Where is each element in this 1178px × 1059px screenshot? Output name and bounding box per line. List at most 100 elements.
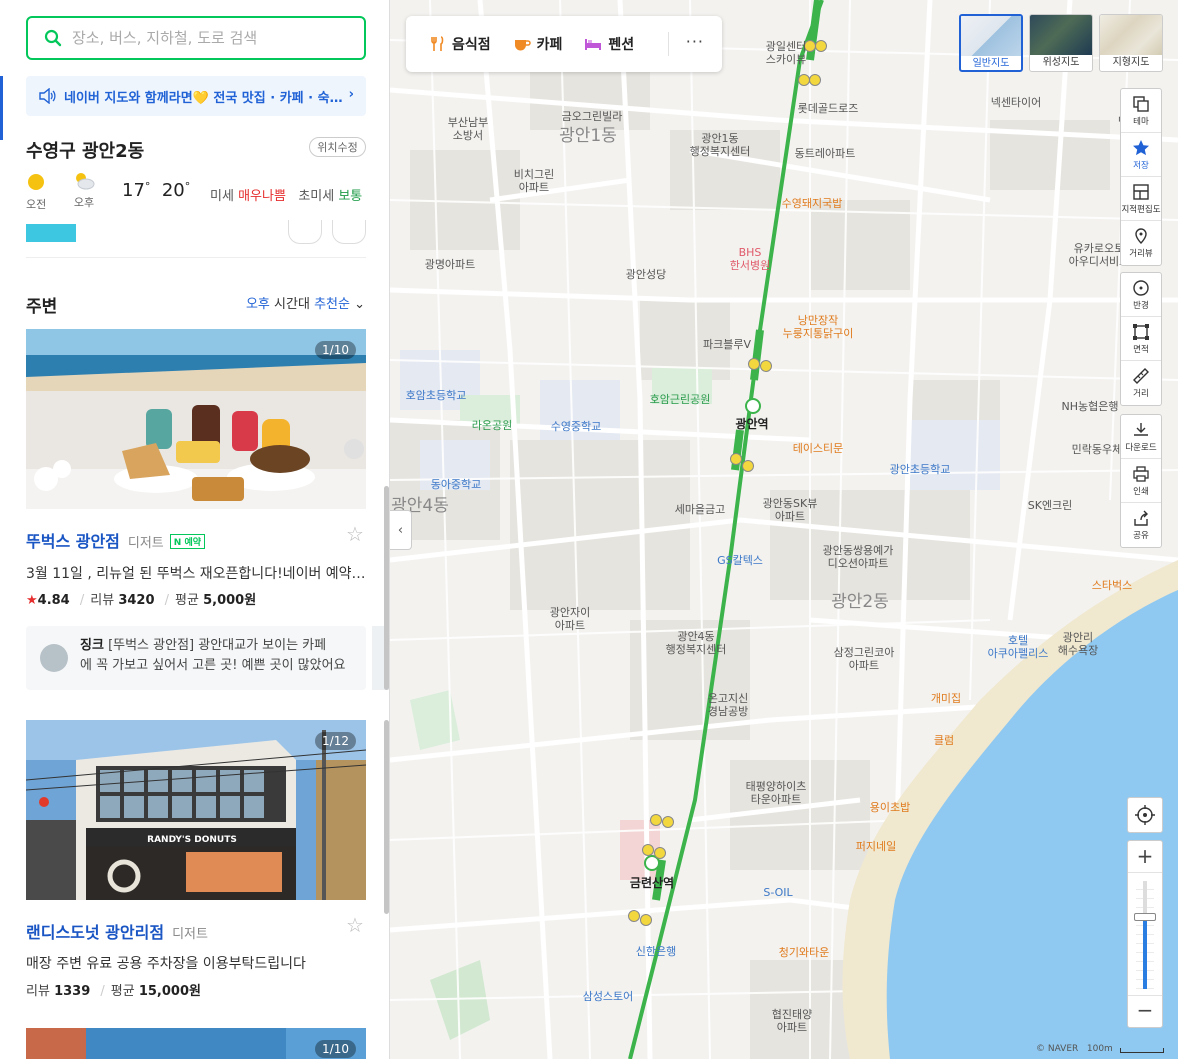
- promo-banner[interactable]: 네이버 지도와 함께라면💛 전국 맛집 · 카페 · 숙소 추천 ›: [26, 76, 366, 116]
- left-panel: 네이버 지도와 함께라면💛 전국 맛집 · 카페 · 숙소 추천 › 수영구 광…: [0, 0, 390, 1059]
- speaker-icon: [39, 88, 56, 104]
- poi-label[interactable]: 테이스티문: [793, 442, 844, 455]
- poi-label[interactable]: 삼정그린코아 아파트: [834, 646, 895, 672]
- map-thumb: [1100, 15, 1162, 55]
- relocate-button[interactable]: 위치수정: [309, 137, 366, 157]
- poi-label[interactable]: NH농협은행: [1062, 400, 1119, 413]
- poi-label[interactable]: 비치그린 아파트: [514, 168, 554, 194]
- place-name[interactable]: 랜디스도넛 광안리점 디저트: [26, 919, 208, 943]
- station-label[interactable]: 광안역: [735, 418, 768, 431]
- review-snippet[interactable]: 징크 [뚜벅스 광안점] 광안대교가 보이는 카페 에 꼭 가보고 싶어서 고른…: [26, 626, 366, 690]
- poi-label[interactable]: 파크블루V: [703, 338, 751, 351]
- station-label[interactable]: 금련산역: [630, 877, 674, 890]
- tool-theme[interactable]: 테마: [1121, 89, 1161, 133]
- rating-star-icon: ★: [26, 593, 38, 608]
- collapse-panel-button[interactable]: ‹: [390, 510, 412, 550]
- category-restaurant[interactable]: 음식점: [430, 34, 491, 54]
- map-type-normal[interactable]: 일반지도: [959, 14, 1023, 72]
- place-photo[interactable]: 1/10: [26, 1028, 366, 1059]
- category-pension[interactable]: 펜션: [584, 34, 634, 54]
- subway-badge: [642, 844, 654, 856]
- poi-label[interactable]: 광명아파트: [425, 258, 476, 271]
- zoom-out-button[interactable]: −: [1128, 995, 1162, 1027]
- poi-label[interactable]: 광안자이 아파트: [550, 606, 590, 632]
- subway-badge: [742, 460, 754, 472]
- zoom-slider-handle[interactable]: [1134, 913, 1156, 921]
- tool-cadastral[interactable]: 지적편집도: [1121, 177, 1161, 221]
- current-location-button[interactable]: [1127, 797, 1163, 833]
- poi-label[interactable]: 온고지신 경남공방: [708, 692, 748, 718]
- zoom-level-fill: [1143, 917, 1147, 989]
- tool-radius[interactable]: 반경: [1121, 273, 1161, 317]
- tool-streetview[interactable]: 거리뷰: [1121, 221, 1161, 265]
- poi-label[interactable]: 신한은행: [636, 945, 676, 958]
- poi-label[interactable]: SK엔크린: [1028, 499, 1073, 512]
- tool-area[interactable]: 면적: [1121, 317, 1161, 361]
- sort-dropdown[interactable]: 오후 시간대 추천순 ⌄: [246, 293, 365, 312]
- reserve-badge[interactable]: N 예약: [169, 534, 206, 549]
- search-input[interactable]: [72, 29, 332, 47]
- poi-label[interactable]: 태평양하이츠 타운아파트: [746, 780, 807, 806]
- search-box[interactable]: [26, 16, 366, 60]
- poi-label[interactable]: 용이초밥: [870, 801, 910, 814]
- poi-label[interactable]: 광안리 해수욕장: [1058, 631, 1098, 657]
- poi-label[interactable]: 광안초등학교: [890, 463, 951, 476]
- save-star-icon[interactable]: ☆: [346, 913, 364, 937]
- poi-label[interactable]: 라온공원: [472, 419, 512, 432]
- scale-label: 100m: [1086, 1044, 1113, 1054]
- tool-save[interactable]: 저장: [1121, 133, 1161, 177]
- poi-label[interactable]: 호암근린공원: [650, 393, 711, 406]
- place-photo[interactable]: 1/10: [26, 329, 366, 509]
- place-photo[interactable]: RANDY'S DONUTS 1/12: [26, 720, 366, 900]
- poi-label[interactable]: 광안동쌍용예가 디오션아파트: [823, 544, 894, 570]
- subway-badge: [650, 814, 662, 826]
- poi-label[interactable]: 개미집: [931, 692, 961, 705]
- map-type-terrain[interactable]: 지형지도: [1099, 14, 1163, 72]
- poi-label[interactable]: 동아중학교: [431, 478, 482, 491]
- map-type-satellite[interactable]: 위성지도: [1029, 14, 1093, 72]
- poi-label[interactable]: 동트레아파트: [795, 147, 856, 160]
- temp-low: 17: [122, 180, 145, 201]
- subway-badge: [640, 914, 652, 926]
- avatar: [40, 644, 68, 672]
- save-star-icon[interactable]: ☆: [346, 522, 364, 546]
- poi-label[interactable]: 스타벅스: [1092, 579, 1132, 592]
- poi-label[interactable]: 세마을금고: [675, 503, 726, 516]
- poi-label[interactable]: 광안4동 행정복지센터: [666, 630, 727, 656]
- poi-label[interactable]: 금오그린빌라: [562, 110, 623, 123]
- poi-label[interactable]: 광안동SK뷰 아파트: [763, 497, 818, 523]
- review-label: 리뷰: [90, 593, 115, 608]
- poi-label[interactable]: 청기와타운: [779, 946, 830, 959]
- poi-label[interactable]: 부산남부 소방서: [448, 116, 488, 142]
- tool-share[interactable]: 공유: [1121, 503, 1161, 547]
- scrollbar-thumb[interactable]: [384, 486, 389, 690]
- poi-label[interactable]: 수영중학교: [551, 420, 602, 433]
- avg-label: 평균: [110, 984, 135, 999]
- poi-label[interactable]: 광안1동 행정복지센터: [690, 132, 751, 158]
- poi-label[interactable]: 광안성당: [626, 268, 666, 281]
- poi-label[interactable]: 호텔 아쿠아펠리스: [988, 634, 1049, 660]
- poi-label[interactable]: BHS 한서병원: [730, 246, 770, 272]
- poi-label[interactable]: 삼성스토어: [583, 990, 634, 1003]
- poi-label[interactable]: 클럼: [934, 734, 954, 747]
- poi-label[interactable]: 롯데골드로즈: [798, 102, 859, 115]
- tool-distance[interactable]: 거리: [1121, 361, 1161, 405]
- avg-price: 15,000원: [138, 984, 201, 999]
- poi-label[interactable]: 낭만장작 누룽지통닭구이: [783, 314, 854, 340]
- poi-label[interactable]: 광일센터 스카이뷰: [766, 40, 806, 66]
- subway-badge: [654, 847, 666, 859]
- poi-label[interactable]: GS칼텍스: [717, 554, 763, 567]
- poi-label[interactable]: S-OIL: [763, 886, 792, 899]
- category-cafe[interactable]: 카페: [513, 34, 562, 54]
- poi-label[interactable]: 수영돼지국밥: [782, 197, 843, 210]
- tool-download[interactable]: 다운로드: [1121, 415, 1161, 459]
- map-canvas[interactable]: 광안1동 광안2동 광안4동 광안역 금련산역 광일센터 스카이뷰 금오그린빌라 …: [390, 0, 1178, 1059]
- poi-label[interactable]: 협진태양 아파트: [772, 1008, 812, 1034]
- place-name[interactable]: 뚜벅스 광안점 디저트 N 예약: [26, 528, 206, 552]
- tool-print[interactable]: 인쇄: [1121, 459, 1161, 503]
- more-icon[interactable]: ···: [686, 32, 704, 51]
- poi-label[interactable]: 호암초등학교: [406, 389, 467, 402]
- poi-label[interactable]: 퍼지네일: [856, 840, 896, 853]
- zoom-in-button[interactable]: +: [1128, 841, 1162, 873]
- poi-label[interactable]: 넥센타이어: [991, 96, 1042, 109]
